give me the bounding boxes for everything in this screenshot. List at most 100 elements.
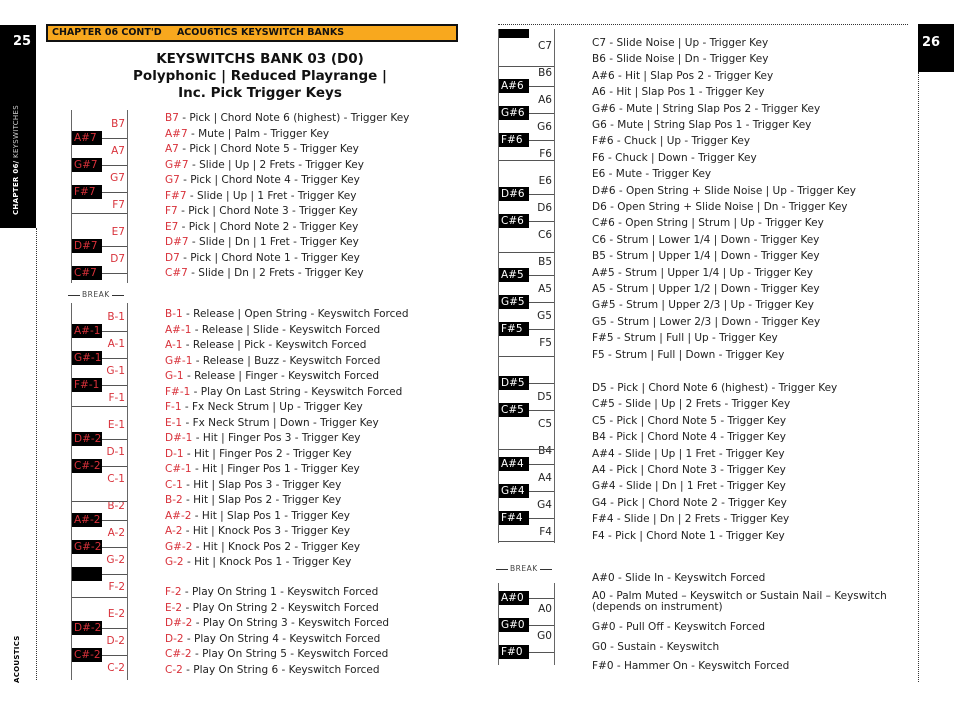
keyswitch-entry: D6 - Open String + Slide Noise | Dn - Tr…: [592, 201, 848, 213]
left-keyboard-upper: B7 A7 G7 F7 E7 D7 A#7 G#7 F#7 D#7 C#7: [71, 110, 128, 283]
right-margin-dotted-line: [918, 72, 919, 682]
white-key-label: D-1: [106, 446, 125, 458]
black-key-divider: [529, 652, 554, 653]
black-key-divider: [102, 574, 127, 575]
entry-description: - Pick | Chord Note 6 (highest) - Trigge…: [178, 112, 410, 124]
keyswitch-entry: D#7 - Slide | Dn | 1 Fret - Trigger Key: [165, 236, 359, 249]
white-key-label: C5: [537, 418, 552, 430]
octave-divider: [72, 213, 127, 214]
entry-note: A#7: [165, 127, 188, 140]
entry-description: - Slide | Up | 2 Frets - Trigger Key: [188, 158, 364, 171]
keyswitch-entry: D7 - Pick | Chord Note 1 - Trigger Key: [165, 252, 360, 265]
entry-note: C#7: [165, 267, 188, 279]
entry-description: - Pick | Chord Note 1 - Trigger Key: [179, 251, 360, 264]
black-key-divider: [529, 329, 554, 330]
keyswitch-entry: D#-1 - Hit | Finger Pos 3 - Trigger Key: [165, 432, 361, 445]
octave-divider: [499, 449, 554, 450]
keyswitch-entry: B-2 - Hit | Slap Pos 2 - Trigger Key: [165, 494, 341, 507]
keyswitch-entry: A4 - Pick | Chord Note 3 - Trigger Key: [592, 464, 786, 476]
black-key: F#5: [499, 322, 529, 336]
keyswitch-entry: F#7 - Slide | Up | 1 Fret - Trigger Key: [165, 190, 356, 203]
black-key-divider: [529, 625, 554, 626]
black-key: F#4: [499, 511, 529, 525]
black-key-divider: [529, 410, 554, 411]
right-page-tab: 26: [918, 24, 954, 72]
entry-description: - Play On String 1 - Keyswitch Forced: [181, 586, 379, 598]
entry-note: E7: [165, 220, 179, 233]
entry-note: E-1: [165, 416, 183, 429]
keyswitch-entry: D5 - Pick | Chord Note 6 (highest) - Tri…: [592, 382, 838, 394]
octave-divider: [499, 160, 554, 161]
white-key-label: B5: [538, 256, 552, 268]
keyswitch-entry: F#0 - Hammer On - Keyswitch Forced: [592, 660, 790, 672]
keyswitch-entry: C#-2 - Play On String 5 - Keyswitch Forc…: [165, 648, 388, 661]
right-break-label: BREAK: [494, 564, 554, 573]
black-key-divider: [102, 165, 127, 166]
black-key-divider: [529, 598, 554, 599]
entry-description: - Pick | Chord Note 4 - Trigger Key: [179, 174, 360, 186]
keyswitch-entry: C6 - Strum | Lower 1/4 | Down - Trigger …: [592, 233, 820, 246]
black-key: D#5: [499, 376, 529, 390]
octave-divider: [72, 597, 127, 598]
keyswitch-entry: E7 - Pick | Chord Note 2 - Trigger Key: [165, 221, 358, 234]
black-key: F#6: [499, 133, 529, 147]
entry-description: - Mute | Palm - Trigger Key: [187, 127, 330, 140]
entry-description: - Pick | Chord Note 5 - Trigger Key: [178, 143, 359, 155]
white-key-label: B7: [111, 118, 125, 130]
keyswitch-entry: A-1 - Release | Pick - Keyswitch Forced: [165, 339, 366, 352]
octave-divider: [72, 501, 127, 502]
white-key-label: E-2: [107, 608, 125, 620]
bank-title: KEYSWITCHS BANK 03 (D0): [156, 51, 364, 67]
black-key-divider: [102, 439, 127, 440]
keyswitch-entry: G#0 - Pull Off - Keyswitch Forced: [592, 621, 765, 633]
entry-description: - Release | Buzz - Keyswitch Forced: [192, 354, 381, 367]
black-key-divider: [102, 273, 127, 274]
entry-description: - Play On String 3 - Keyswitch Forced: [192, 617, 390, 629]
entry-note: F-1: [165, 401, 182, 413]
keyswitch-entry: A-2 - Hit | Knock Pos 3 - Trigger Key: [165, 525, 350, 538]
white-key-label: D7: [110, 253, 125, 265]
white-key-label: B4: [538, 445, 552, 457]
octave-divider: [72, 406, 127, 407]
entry-description: - Hit | Finger Pos 3 - Trigger Key: [192, 432, 361, 444]
keyswitch-entry: C-1 - Hit | Slap Pos 3 - Trigger Key: [165, 479, 341, 492]
black-key: C#7: [72, 266, 102, 280]
entry-description: - Slide | Dn | 1 Fret - Trigger Key: [188, 236, 359, 248]
white-key-label: B-1: [107, 311, 125, 323]
white-key-label: A5: [538, 283, 552, 295]
keyswitch-entry: B6 - Slide Noise | Dn - Trigger Key: [592, 53, 769, 66]
keyswitch-entry: G#5 - Strum | Upper 2/3 | Up - Trigger K…: [592, 299, 814, 312]
keyswitch-entry: G5 - Strum | Lower 2/3 | Down - Trigger …: [592, 315, 821, 328]
black-key: D#-2: [72, 432, 102, 446]
keyswitch-entry: G#-2 - Hit | Knock Pos 2 - Trigger Key: [165, 541, 360, 554]
white-key-label: G4: [537, 499, 552, 511]
left-keyboard-lower: B-1 A-1 G-1 F-1 E-1 D-1 C-1 B-2 A-2 G-2 F-2 E-2 D-2 C…: [71, 303, 128, 680]
black-key: F#7: [72, 185, 102, 199]
keyswitch-entry: E-2 - Play On String 2 - Keyswitch Force…: [165, 602, 379, 615]
bank-subtitle-1: Polyphonic | Reduced Playrange |: [133, 68, 387, 84]
white-key-label: A0: [538, 603, 552, 615]
black-key: A#-2: [72, 513, 102, 527]
entry-description: - Release | Finger - Keyswitch Forced: [183, 370, 380, 382]
right-keyboard-lower: A0 G0 A#0 G#0 F#0: [498, 583, 555, 665]
entry-description: - Hit | Knock Pos 1 - Trigger Key: [183, 556, 352, 568]
black-key-divider: [529, 113, 554, 114]
keyswitch-entry: D#6 - Open String + Slide Noise | Up - T…: [592, 184, 856, 197]
black-key: [72, 567, 102, 581]
black-key-divider: [529, 275, 554, 276]
entry-description: - Slide | Dn | 2 Frets - Trigger Key: [187, 267, 364, 279]
black-key-divider: [102, 547, 127, 548]
black-key: C#-2: [72, 648, 102, 662]
keyswitch-entry: B5 - Strum | Upper 1/4 | Down - Trigger …: [592, 250, 820, 263]
keyswitch-entry: G4 - Pick | Chord Note 2 - Trigger Key: [592, 496, 787, 509]
black-key: C#6: [499, 214, 529, 228]
entry-note: D#7: [165, 236, 189, 248]
white-key-label: G6: [537, 121, 552, 133]
black-key-divider: [529, 302, 554, 303]
white-key-label: C-2: [107, 662, 125, 674]
keyswitch-entry: D-1 - Hit | Finger Pos 2 - Trigger Key: [165, 448, 352, 461]
side-chapter-label-bold: CHAPTER 06/: [12, 160, 20, 215]
white-key-label: C7: [537, 40, 552, 52]
entry-note: D#-1: [165, 432, 193, 444]
keyswitch-entry: A#5 - Strum | Upper 1/4 | Up - Trigger K…: [592, 266, 813, 279]
